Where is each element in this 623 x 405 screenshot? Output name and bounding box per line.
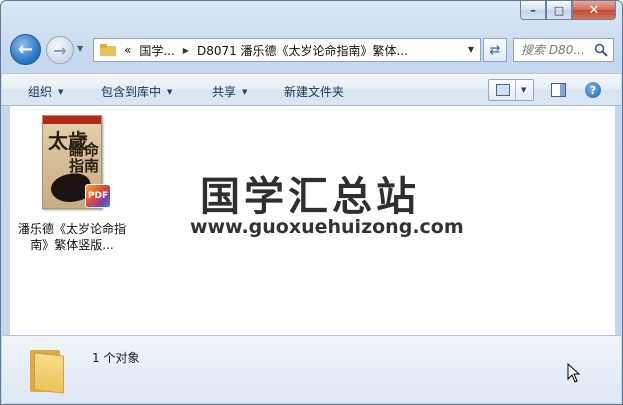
search-input[interactable] [521, 43, 599, 57]
view-icon [496, 84, 510, 96]
chevron-down-icon[interactable]: ▼ [521, 86, 526, 94]
file-list[interactable]: 太歲 論命指南 PDF 潘乐德《太岁论命指南》繁体竖版... 国学汇总站 www… [9, 106, 616, 335]
include-in-library-label: 包含到库中 [101, 85, 162, 99]
new-folder-label: 新建文件夹 [284, 85, 345, 99]
change-view-button[interactable]: ▼ [488, 79, 534, 101]
divider [515, 80, 516, 100]
breadcrumb-item-current[interactable]: D8071 潘乐德《太岁论命指南》繁体... [197, 42, 408, 59]
chevron-right-icon[interactable]: ▶ [183, 46, 189, 55]
search-box[interactable] [513, 38, 614, 62]
navigation-row: ← → ▼ « 国学... ▶ D8071 潘乐德《太岁论命指南》繁体... ▼… [1, 31, 622, 65]
include-in-library-menu[interactable]: 包含到库中 ▼ [101, 83, 172, 100]
folder-front [34, 352, 64, 394]
share-label: 共享 [212, 85, 237, 99]
breadcrumb-overflow[interactable]: « [124, 43, 131, 57]
cover-title-small: 論命指南 [68, 141, 99, 175]
address-history-dropdown[interactable]: ▼ [468, 45, 474, 54]
refresh-button[interactable]: ⇄ [483, 38, 507, 62]
help-icon[interactable]: ? [585, 82, 601, 98]
close-button[interactable]: ✕ [572, 1, 616, 20]
pdf-icon: PDF [85, 184, 111, 208]
search-icon[interactable] [594, 43, 608, 57]
folder-icon [28, 346, 66, 394]
watermark-title: 国学汇总站 [200, 174, 420, 220]
new-folder-button[interactable]: 新建文件夹 [284, 83, 344, 100]
cover-band [43, 116, 101, 124]
organize-label: 组织 [28, 85, 53, 99]
command-bar: 组织 ▼ 包含到库中 ▼ 共享 ▼ 新建文件夹 ▼ ? [2, 73, 621, 106]
address-bar[interactable]: « 国学... ▶ D8071 潘乐德《太岁论命指南》繁体... ▼ [93, 38, 481, 62]
organize-menu[interactable]: 组织 ▼ [28, 83, 63, 100]
watermark-url: www.guoxuehuizong.com [190, 216, 464, 238]
chevron-down-icon: ▼ [242, 87, 248, 96]
chevron-down-icon: ▼ [58, 87, 64, 96]
breadcrumb-item-root[interactable]: 国学... [139, 42, 174, 59]
chevron-down-icon: ▼ [167, 87, 173, 96]
folder-icon [100, 44, 116, 56]
item-count-status: 1 个对象 [92, 351, 140, 365]
explorer-window: – □ ✕ ← → ▼ « 国学... ▶ D8071 潘乐德《太岁论命指南》繁… [0, 0, 623, 405]
maximize-button[interactable]: □ [546, 1, 572, 20]
caption-buttons: – □ ✕ [520, 1, 616, 20]
preview-pane-icon[interactable] [551, 83, 566, 97]
book-cover-thumbnail: 太歲 論命指南 PDF [42, 115, 111, 209]
mouse-cursor-icon [567, 363, 581, 383]
details-pane: 1 个对象 [2, 335, 621, 403]
minimize-button[interactable]: – [520, 1, 546, 20]
recent-pages-dropdown[interactable]: ▼ [77, 44, 87, 54]
file-item[interactable]: 太歲 論命指南 PDF 潘乐德《太岁论命指南》繁体竖版... [14, 115, 130, 253]
back-button[interactable]: ← [10, 34, 41, 65]
share-menu[interactable]: 共享 ▼ [212, 83, 247, 100]
forward-button[interactable]: → [46, 36, 74, 64]
file-name[interactable]: 潘乐德《太岁论命指南》繁体竖版... [14, 221, 130, 253]
